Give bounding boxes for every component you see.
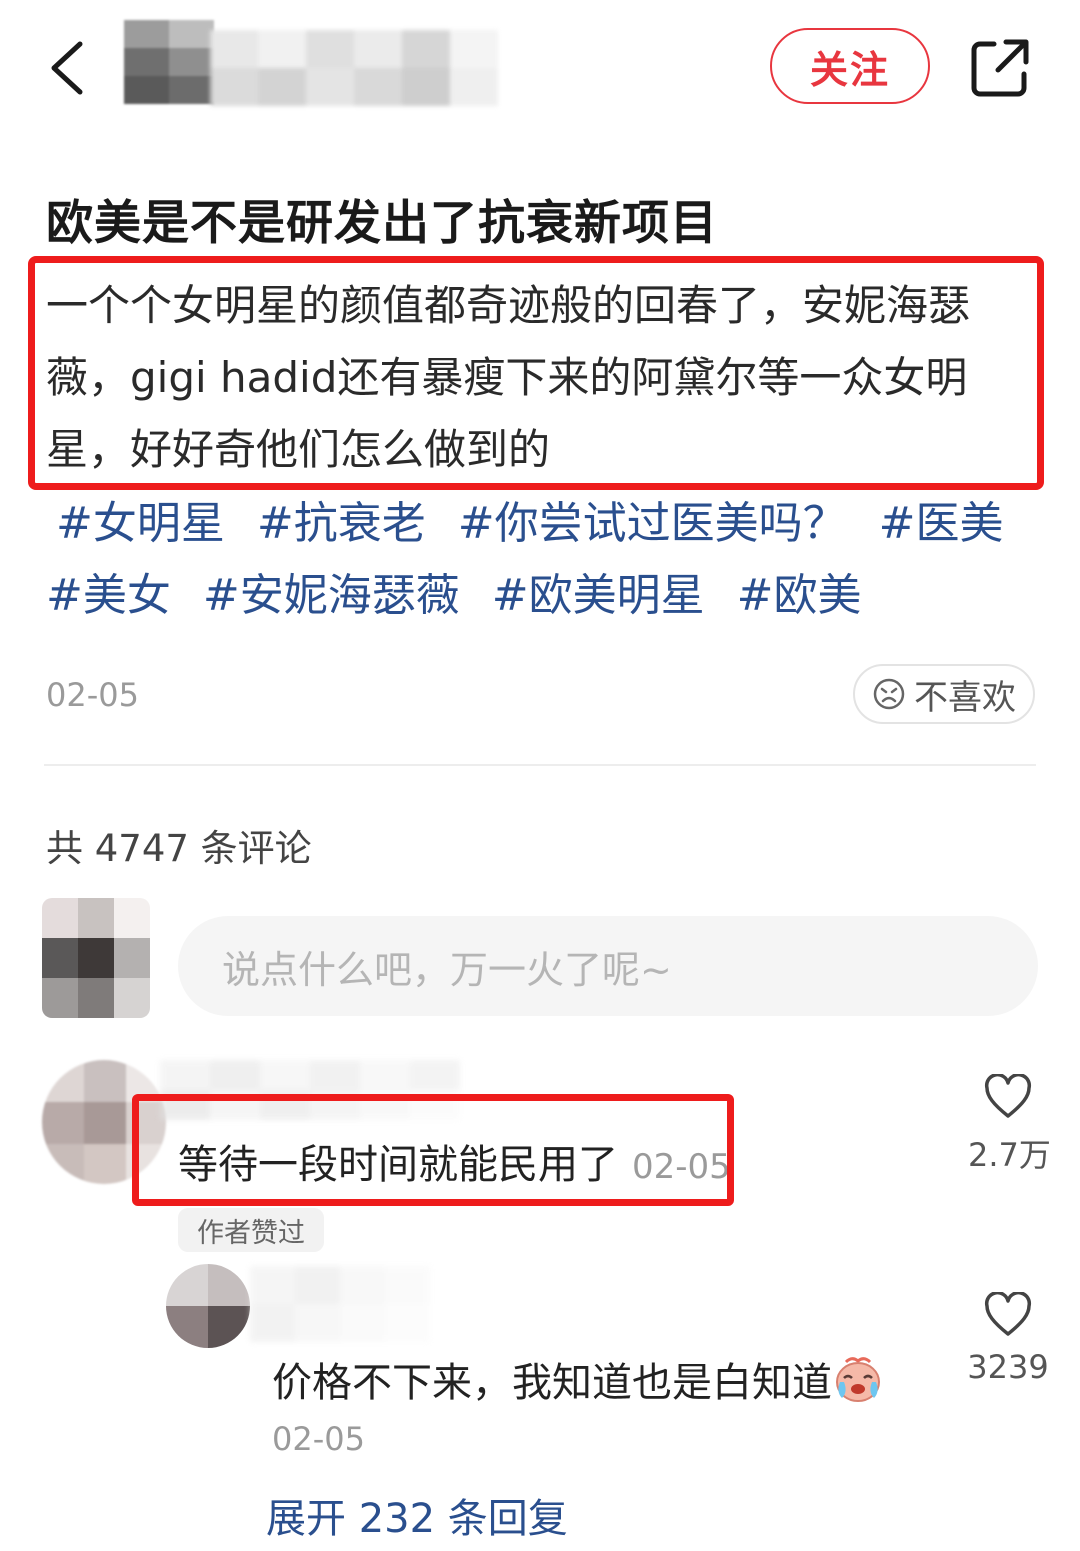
back-chevron-icon[interactable] — [44, 38, 90, 98]
hashtag[interactable]: #女明星 — [56, 488, 225, 560]
comment-input[interactable]: 说点什么吧，万一火了呢~ — [178, 916, 1038, 1016]
divider — [44, 764, 1036, 766]
reply-avatar[interactable] — [166, 1264, 250, 1348]
crying-face-emoji-icon — [836, 1357, 880, 1402]
hashtag[interactable]: #你尝试过医美吗？ — [458, 488, 847, 560]
author-name-blurred[interactable] — [210, 30, 500, 110]
hashtag-list: #女明星 #抗衰老 #你尝试过医美吗？ #医美 #美女 #安妮海瑟薇 #欧美明星 #欧美 — [46, 488, 1056, 632]
post-date: 02-05 — [46, 676, 139, 714]
highlight-box-comment — [132, 1094, 734, 1206]
hashtag[interactable]: #欧美 — [737, 560, 862, 632]
my-avatar — [42, 898, 150, 1018]
hashtag[interactable]: #抗衰老 — [257, 488, 426, 560]
author-liked-badge: 作者赞过 — [178, 1208, 324, 1252]
like-count: 3239 — [967, 1348, 1049, 1386]
sad-face-icon — [873, 678, 905, 710]
heart-icon — [984, 1291, 1032, 1336]
comment-like-button[interactable]: 2.7万 — [968, 1073, 1051, 1176]
hashtag[interactable]: #医美 — [879, 488, 1004, 560]
reply-text[interactable]: 价格不下来，我知道也是白知道 — [272, 1350, 884, 1408]
share-external-icon[interactable] — [968, 36, 1032, 100]
hashtag[interactable]: #美女 — [46, 560, 171, 632]
comment-count: 共 4747 条评论 — [46, 827, 312, 870]
like-count: 2.7万 — [968, 1136, 1051, 1174]
reply-body: 价格不下来，我知道也是白知道 — [272, 1360, 832, 1406]
post-title: 欧美是不是研发出了抗衰新项目 — [46, 196, 718, 251]
dislike-button[interactable]: 不喜欢 — [853, 664, 1035, 724]
heart-icon — [984, 1073, 1032, 1118]
reply-like-button[interactable]: 3239 — [960, 1291, 1056, 1386]
reply-date: 02-05 — [272, 1420, 365, 1458]
hashtag[interactable]: #欧美明星 — [492, 560, 705, 632]
author-avatar[interactable] — [124, 20, 214, 104]
dislike-label: 不喜欢 — [914, 677, 1016, 718]
hashtag[interactable]: #安妮海瑟薇 — [203, 560, 460, 632]
highlight-box-post-body — [28, 256, 1044, 490]
reply-name-blurred[interactable] — [250, 1266, 430, 1342]
follow-button[interactable]: 关注 — [770, 28, 930, 104]
expand-replies-link[interactable]: 展开 232 条回复 — [266, 1486, 568, 1544]
